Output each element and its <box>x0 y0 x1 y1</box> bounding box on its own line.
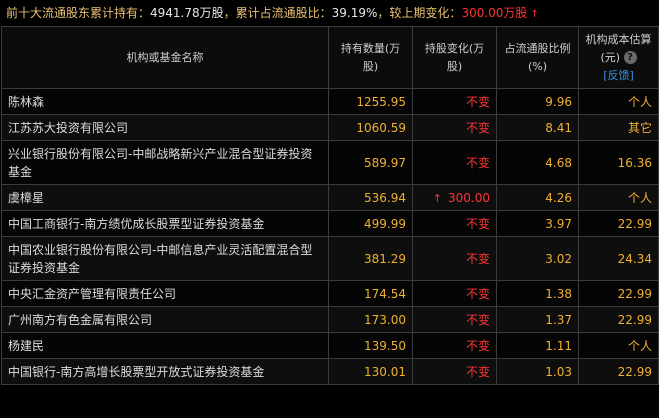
holder-change: 不变 <box>412 236 497 281</box>
summary-total-hold: 4941.78万股 <box>150 6 224 20</box>
holder-change-value: 不变 <box>465 339 490 353</box>
header-qty: 持有数量(万股) <box>328 26 413 89</box>
holder-qty: 1060.59 <box>328 114 413 141</box>
summary-label-change: ，较上期变化： <box>377 6 462 20</box>
table-row[interactable]: 杨建民 139.50 不变 1.11 个人 <box>1 332 659 359</box>
holder-change: 不变 <box>412 114 497 141</box>
table-row[interactable]: 中国银行-南方高增长股票型开放式证券投资基金 130.01 不变 1.03 22.99 <box>1 358 659 385</box>
holder-change: 不变 <box>412 306 497 333</box>
help-icon[interactable]: ? <box>623 51 637 64</box>
summary-label-ratio: ，累计占流通股比： <box>223 6 332 20</box>
holder-qty: 499.99 <box>328 210 413 237</box>
table-row[interactable]: 广州南方有色金属有限公司 173.00 不变 1.37 22.99 <box>1 306 659 333</box>
holder-qty: 381.29 <box>328 236 413 281</box>
holder-cost: 22.99 <box>578 210 659 237</box>
holder-cost: 24.34 <box>578 236 659 281</box>
holder-cost: 个人 <box>578 332 659 359</box>
holder-change-value: 不变 <box>465 121 490 135</box>
holder-change-value: 不变 <box>465 217 490 231</box>
header-name: 机构或基金名称 <box>1 26 329 89</box>
holder-ratio: 1.38 <box>496 280 579 307</box>
holder-name: 中国农业银行股份有限公司-中邮信息产业灵活配置混合型证券投资基金 <box>1 236 329 281</box>
header-ratio: 占流通股比例(%) <box>496 26 579 89</box>
table-row[interactable]: 兴业银行股份有限公司-中邮战略新兴产业混合型证券投资基金 589.97 不变 4.68… <box>1 140 659 185</box>
holder-cost: 22.99 <box>578 358 659 385</box>
holder-ratio: 1.11 <box>496 332 579 359</box>
table-row[interactable]: 虞樟星 536.94 ↑ 300.00 4.26 个人 <box>1 184 659 211</box>
holder-change-value: 不变 <box>465 251 490 266</box>
holder-change-value: 不变 <box>465 155 490 170</box>
table-row[interactable]: 中国农业银行股份有限公司-中邮信息产业灵活配置混合型证券投资基金 381.29 不变… <box>1 236 659 281</box>
holder-ratio: 4.26 <box>496 184 579 211</box>
holder-change: ↑ 300.00 <box>412 184 497 211</box>
holder-cost: 16.36 <box>578 140 659 185</box>
holder-name: 虞樟星 <box>1 184 329 211</box>
holder-cost: 个人 <box>578 88 659 115</box>
holder-cost: 22.99 <box>578 306 659 333</box>
holder-name: 中国工商银行-南方绩优成长股票型证券投资基金 <box>1 210 329 237</box>
holder-change: 不变 <box>412 332 497 359</box>
holders-summary: 前十大流通股东累计持有：4941.78万股，累计占流通股比：39.19%，较上期… <box>0 0 659 26</box>
holder-qty: 139.50 <box>328 332 413 359</box>
holder-name: 广州南方有色金属有限公司 <box>1 306 329 333</box>
holder-ratio: 1.03 <box>496 358 579 385</box>
header-change: 持股变化(万股) <box>412 26 497 89</box>
table-header-row: 机构或基金名称 持有数量(万股) 持股变化(万股) 占流通股比例(%) 机构成本… <box>1 26 659 89</box>
header-cost: 机构成本估算(元) ? [反馈] <box>578 26 659 89</box>
header-cost-label: 机构成本估算(元) <box>585 32 652 64</box>
holder-ratio: 8.41 <box>496 114 579 141</box>
holder-qty: 589.97 <box>328 140 413 185</box>
holder-ratio: 3.97 <box>496 210 579 237</box>
holder-change-value: 不变 <box>465 95 490 109</box>
holder-name: 陈林森 <box>1 88 329 115</box>
holder-change: 不变 <box>412 358 497 385</box>
holder-ratio: 1.37 <box>496 306 579 333</box>
holder-ratio: 9.96 <box>496 88 579 115</box>
holder-qty: 130.01 <box>328 358 413 385</box>
holder-change-value: 不变 <box>465 287 490 301</box>
holder-qty: 174.54 <box>328 280 413 307</box>
holder-name: 杨建民 <box>1 332 329 359</box>
holder-ratio: 4.68 <box>496 140 579 185</box>
holder-change-value: 不变 <box>465 365 490 379</box>
table-row[interactable]: 江苏苏大投资有限公司 1060.59 不变 8.41 其它 <box>1 114 659 141</box>
summary-label-hold: 前十大流通股东累计持有： <box>6 6 151 20</box>
holder-qty: 1255.95 <box>328 88 413 115</box>
holder-name: 兴业银行股份有限公司-中邮战略新兴产业混合型证券投资基金 <box>1 140 329 185</box>
holder-ratio: 3.02 <box>496 236 579 281</box>
up-arrow-icon: ↑ <box>432 191 442 205</box>
feedback-link[interactable]: [反馈] <box>603 69 634 82</box>
up-arrow-icon: ↑ <box>530 9 539 20</box>
holder-name: 江苏苏大投资有限公司 <box>1 114 329 141</box>
holder-change: 不变 <box>412 140 497 185</box>
holder-name: 中央汇金资产管理有限责任公司 <box>1 280 329 307</box>
holder-change: 不变 <box>412 280 497 307</box>
holder-change-value: 不变 <box>465 313 490 327</box>
holder-change-value: 300.00 <box>448 190 490 205</box>
table-row[interactable]: 中央汇金资产管理有限责任公司 174.54 不变 1.38 22.99 <box>1 280 659 307</box>
holder-qty: 536.94 <box>328 184 413 211</box>
holder-cost: 22.99 <box>578 280 659 307</box>
holder-qty: 173.00 <box>328 306 413 333</box>
holder-cost: 其它 <box>578 114 659 141</box>
holder-change: 不变 <box>412 210 497 237</box>
table-row[interactable]: 中国工商银行-南方绩优成长股票型证券投资基金 499.99 不变 3.97 22.99 <box>1 210 659 237</box>
holder-name: 中国银行-南方高增长股票型开放式证券投资基金 <box>1 358 329 385</box>
summary-total-ratio: 39.19% <box>331 6 378 20</box>
holder-cost: 个人 <box>578 184 659 211</box>
holder-change: 不变 <box>412 88 497 115</box>
summary-change: 300.00万股 <box>461 6 528 20</box>
top-holders-table: 机构或基金名称 持有数量(万股) 持股变化(万股) 占流通股比例(%) 机构成本… <box>1 26 659 385</box>
table-row[interactable]: 陈林森 1255.95 不变 9.96 个人 <box>1 88 659 115</box>
